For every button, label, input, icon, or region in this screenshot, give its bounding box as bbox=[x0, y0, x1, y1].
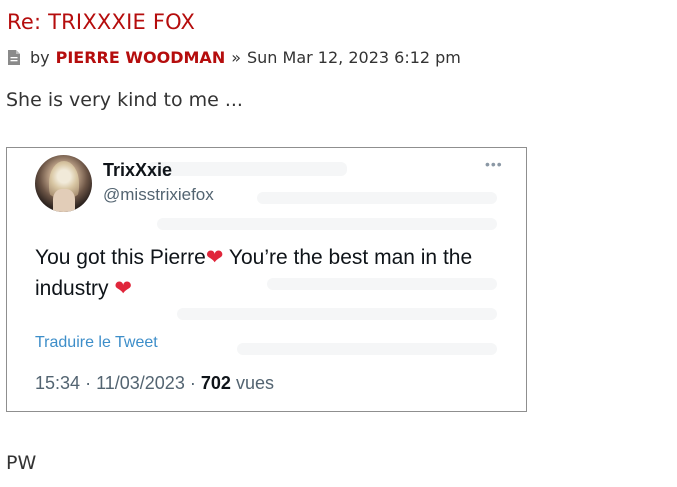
ellipsis-icon: ••• bbox=[485, 156, 503, 172]
post-content: She is very kind to me ... bbox=[6, 89, 243, 111]
post-signature: PW bbox=[6, 452, 37, 474]
tweet-views-label: vues bbox=[235, 373, 274, 393]
tweet-date: 11/03/2023 bbox=[96, 373, 185, 393]
tweet-display-name: TrixXxie bbox=[103, 160, 173, 180]
tweet-text: You got this Pierre❤ You’re the best man… bbox=[35, 242, 515, 304]
post-timestamp: Sun Mar 12, 2023 6:12 pm bbox=[247, 47, 461, 67]
faint-background-line bbox=[237, 343, 497, 355]
translate-tweet-link: Traduire le Tweet bbox=[35, 334, 158, 351]
avatar bbox=[35, 155, 92, 212]
tweet-meta: 15:34 · 11/03/2023 · 702 vues bbox=[35, 373, 274, 394]
faint-background-line bbox=[177, 308, 497, 320]
avatar-body bbox=[53, 189, 75, 212]
meta-separator: » bbox=[231, 47, 241, 67]
faint-background-line bbox=[157, 218, 497, 230]
meta-dot: · bbox=[189, 373, 196, 393]
post-file-icon[interactable] bbox=[7, 49, 21, 66]
tweet-handle: @misstrixiefox bbox=[103, 185, 214, 204]
tweet-text-part1: You got this Pierre bbox=[35, 246, 206, 269]
tweet-views-count: 702 bbox=[200, 373, 231, 393]
tweet-screenshot-image: TrixXxie @misstrixiefox ••• You got this… bbox=[6, 147, 527, 412]
meta-dot: · bbox=[85, 373, 92, 393]
post-title[interactable]: Re: TRIXXXIE FOX bbox=[7, 10, 195, 34]
author-link[interactable]: PIERRE WOODMAN bbox=[56, 48, 226, 67]
heart-emoji-icon: ❤ bbox=[114, 276, 132, 300]
faint-background-line bbox=[147, 162, 347, 176]
post-meta: by PIERRE WOODMAN » Sun Mar 12, 2023 6:1… bbox=[7, 47, 461, 67]
by-label: by bbox=[30, 47, 50, 67]
heart-emoji-icon: ❤ bbox=[205, 245, 224, 269]
faint-background-line bbox=[257, 192, 497, 204]
tweet-time: 15:34 bbox=[35, 373, 81, 393]
